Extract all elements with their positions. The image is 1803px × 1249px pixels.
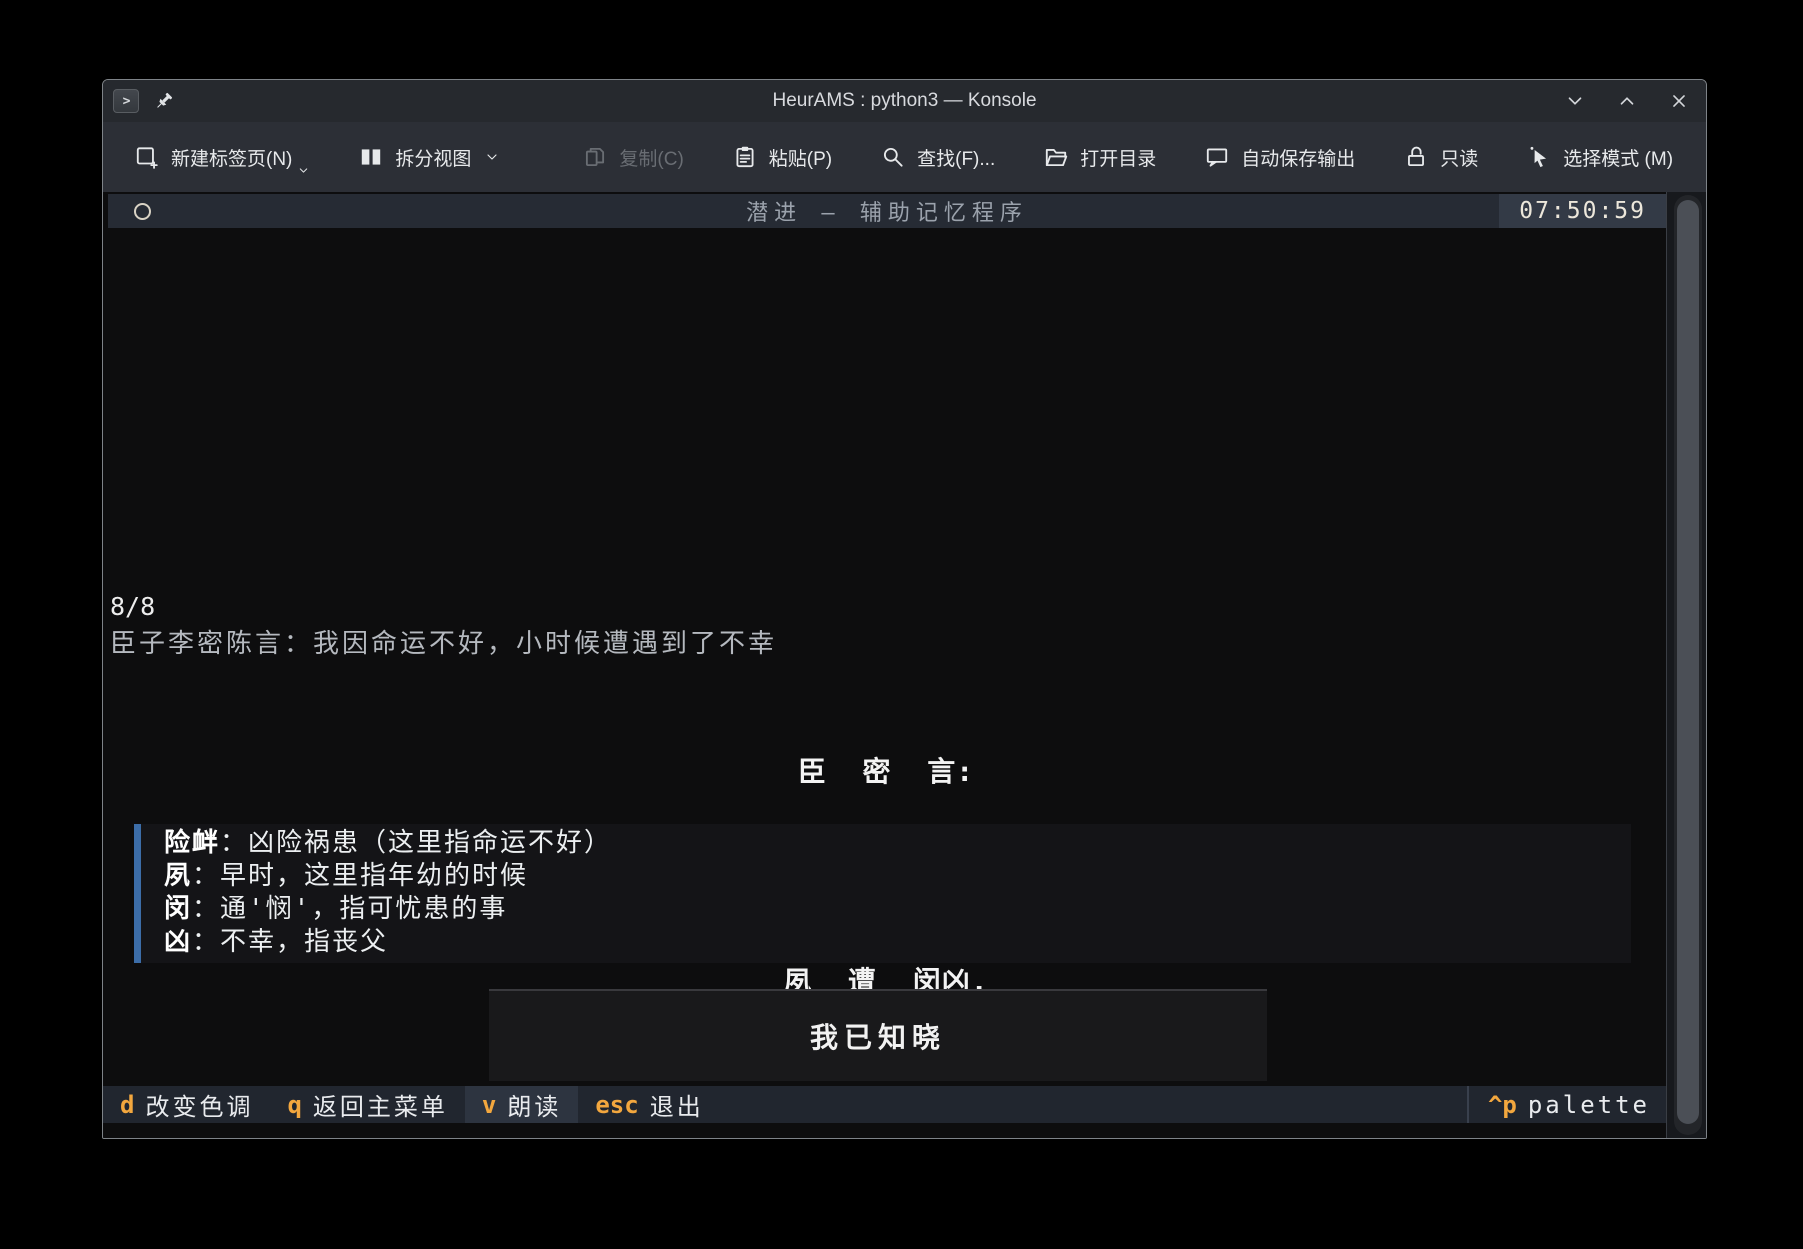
keybind-exit[interactable]: esc 退出	[578, 1086, 720, 1123]
search-icon	[880, 144, 906, 170]
chevron-down-icon	[297, 164, 310, 177]
open-directory-label: 打开目录	[1080, 144, 1156, 171]
keybind-palette[interactable]: ^p palette	[1469, 1086, 1669, 1123]
annotation-box: 险衅：凶险祸患（这里指命运不好） 夙：早时，这里指年幼的时候 闵：通'悯'，指可…	[134, 824, 1631, 963]
cursor-icon	[1526, 144, 1552, 170]
paste-icon	[732, 144, 758, 170]
split-view-icon	[358, 144, 384, 170]
new-tab-label: 新建标签页(N)	[171, 144, 292, 171]
annotation-line: 险衅：凶险祸患（这里指命运不好）	[164, 827, 1631, 860]
keybind-main-menu[interactable]: q 返回主菜单	[270, 1086, 464, 1123]
copy-icon	[582, 144, 608, 170]
autosave-output-label: 自动保存输出	[1241, 144, 1355, 171]
find-button[interactable]: 查找(F)...	[867, 131, 1008, 183]
annotation-line: 夙：早时，这里指年幼的时候	[164, 860, 1631, 893]
new-tab-button[interactable]: 新建标签页(N)	[121, 131, 323, 183]
tui-footer-bar: d 改变色调 q 返回主菜单 v 朗读 esc 退出 ^p palette	[103, 1086, 1669, 1123]
scrollbar	[1666, 192, 1706, 1138]
pin-icon[interactable]	[153, 90, 175, 112]
window-title: HeurAMS : python3 — Konsole	[772, 90, 1036, 112]
new-tab-icon	[134, 144, 160, 170]
keybind-change-theme[interactable]: d 改变色调	[103, 1086, 270, 1123]
toolbar: 新建标签页(N) 拆分视图 复制(C)	[103, 122, 1706, 192]
close-button[interactable]	[1668, 90, 1690, 112]
scrollbar-thumb[interactable]	[1677, 200, 1699, 1124]
copy-label: 复制(C)	[619, 144, 683, 171]
minimize-button[interactable]	[1564, 90, 1586, 112]
chevron-down-icon	[484, 149, 500, 165]
lock-open-icon	[1403, 144, 1429, 170]
poem-line: 臣 密 言:	[103, 754, 1669, 789]
select-mode-button[interactable]: 选择模式 (M)	[1513, 131, 1686, 183]
autosave-output-button[interactable]: 自动保存输出	[1191, 131, 1368, 183]
terminal-view: 潜进 – 辅助记忆程序 07:50:59 8/8 臣子李密陈言：我因命运不好，小…	[103, 192, 1706, 1138]
tui-app-title: 潜进 – 辅助记忆程序	[746, 195, 1028, 227]
paste-button[interactable]: 粘贴(P)	[719, 131, 845, 183]
paste-label: 粘贴(P)	[769, 144, 832, 171]
tui-header-bar: 潜进 – 辅助记忆程序 07:50:59	[108, 194, 1666, 228]
annotation-line: 凶：不幸，指丧父	[164, 926, 1631, 959]
split-view-label: 拆分视图	[395, 144, 471, 171]
find-label: 查找(F)...	[917, 144, 995, 171]
konsole-window: > HeurAMS : python3 — Konsole	[102, 79, 1707, 1139]
acknowledge-button[interactable]: 我已知晓	[489, 989, 1267, 1081]
keybind-read-aloud[interactable]: v 朗读	[465, 1086, 578, 1123]
maximize-button[interactable]	[1616, 90, 1638, 112]
titlebar: > HeurAMS : python3 — Konsole	[103, 80, 1706, 122]
progress-counter: 8/8	[110, 590, 155, 624]
output-bubble-icon	[1204, 144, 1230, 170]
folder-icon	[1043, 144, 1069, 170]
copy-button: 复制(C)	[569, 131, 696, 183]
konsole-app-icon[interactable]: >	[113, 89, 139, 113]
open-directory-button[interactable]: 打开目录	[1030, 131, 1169, 183]
spinner-icon	[134, 203, 151, 220]
read-only-label: 只读	[1440, 144, 1478, 171]
translation-text: 臣子李密陈言：我因命运不好，小时候遭遇到了不幸	[110, 624, 777, 664]
select-mode-label: 选择模式 (M)	[1563, 144, 1673, 171]
split-view-button[interactable]: 拆分视图	[345, 131, 513, 183]
read-only-button[interactable]: 只读	[1390, 131, 1491, 183]
annotation-line: 闵：通'悯'，指可忧患的事	[164, 893, 1631, 926]
tui-clock: 07:50:59	[1499, 194, 1666, 228]
